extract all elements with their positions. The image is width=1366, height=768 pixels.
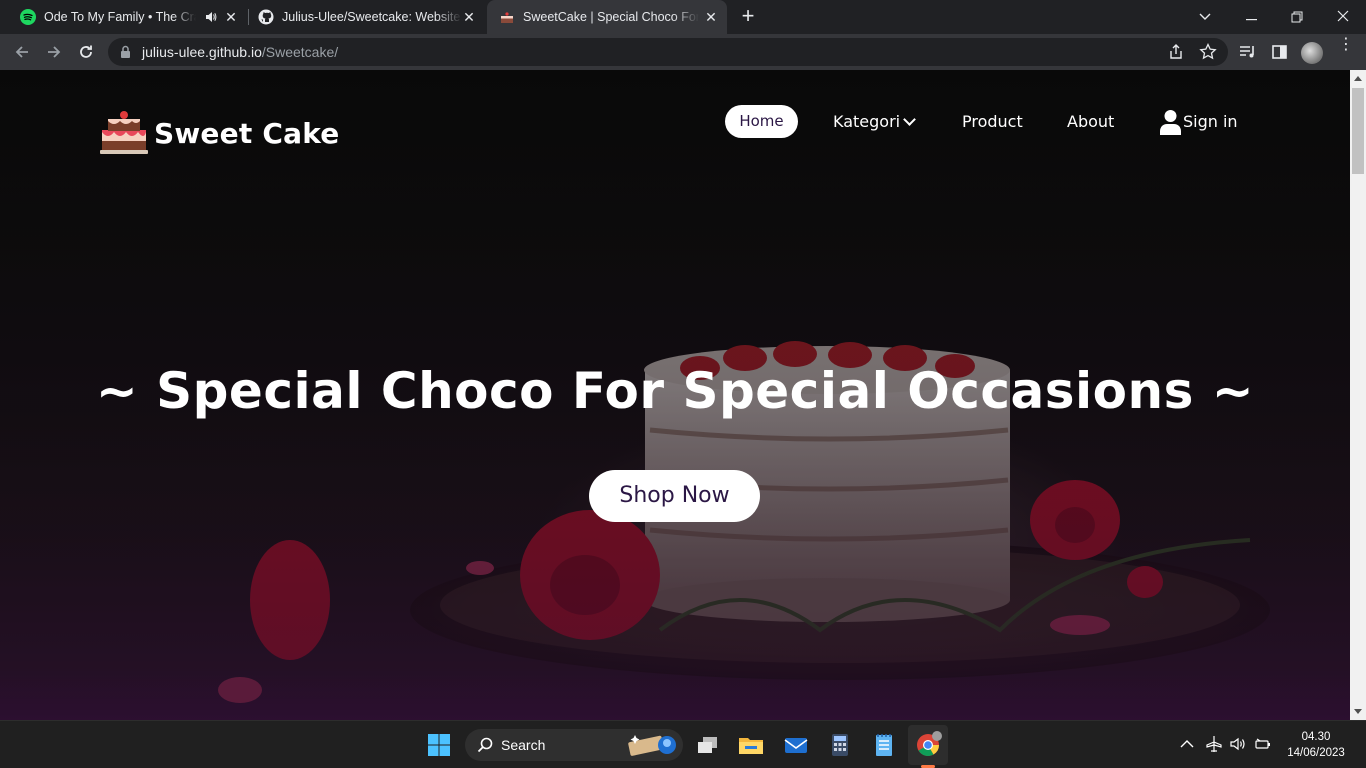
nav-product[interactable]: Product [962, 105, 1023, 138]
restore-icon [1291, 11, 1303, 23]
close-icon [1337, 10, 1349, 22]
lock-icon[interactable] [120, 45, 131, 59]
tab-sweetcake[interactable]: SweetCake | Special Choco For Special Oc… [487, 0, 727, 34]
nav-sign-in[interactable]: Sign in [1160, 104, 1238, 137]
file-explorer-icon[interactable] [735, 729, 767, 761]
tab-search-button[interactable] [1182, 0, 1228, 34]
battery-icon[interactable] [1254, 735, 1272, 753]
scroll-down-icon[interactable] [1354, 709, 1362, 714]
profile-avatar[interactable] [1301, 42, 1323, 64]
close-icon[interactable]: ✕ [461, 9, 477, 25]
back-button[interactable] [10, 40, 34, 64]
side-panel-icon[interactable] [1271, 43, 1289, 61]
mail-icon[interactable] [780, 729, 812, 761]
page-scrollbar[interactable] [1350, 70, 1366, 720]
tab-separator [248, 9, 249, 25]
close-icon[interactable]: ✕ [703, 9, 719, 25]
arrow-right-icon [48, 46, 61, 58]
media-controls-icon[interactable] [1239, 43, 1257, 61]
search-icon [477, 737, 493, 753]
close-icon[interactable]: ✕ [223, 9, 239, 25]
reload-icon [80, 45, 92, 58]
page-viewport: Sweet Cake Home Kategori Product About S… [0, 70, 1350, 720]
url-host: julius-ulee.github.io [142, 44, 262, 60]
speaker-icon[interactable] [205, 11, 217, 23]
chevron-up-icon[interactable] [1178, 735, 1196, 753]
scroll-up-icon[interactable] [1354, 76, 1362, 81]
restore-button[interactable] [1274, 0, 1320, 34]
chevron-down-icon [1199, 13, 1211, 20]
tab-spotify[interactable]: Ode To My Family • The Cranberries ✕ [12, 0, 247, 34]
tab-title: Julius-Ulee/Sweetcake: Website in HTML [282, 10, 462, 24]
minimize-icon [1245, 19, 1257, 21]
cake-icon [501, 12, 513, 23]
cake-logo-icon [100, 111, 148, 154]
close-window-button[interactable] [1320, 0, 1366, 34]
url-text[interactable]: julius-ulee.github.io/Sweetcake/ [142, 44, 338, 60]
address-bar[interactable]: julius-ulee.github.io/Sweetcake/ [108, 38, 1228, 66]
windows-start-icon[interactable] [423, 729, 455, 761]
minimize-button[interactable] [1228, 0, 1274, 34]
browser-toolbar: julius-ulee.github.io/Sweetcake/ [0, 34, 1366, 70]
spotify-icon [20, 9, 36, 25]
nav-kategori[interactable]: Kategori [833, 105, 916, 138]
taskbar-search[interactable]: Search [465, 729, 683, 761]
user-icon [1160, 109, 1181, 135]
hero-title: ~ Special Choco For Special Occasions ~ [95, 362, 1255, 420]
system-clock[interactable]: 04.30 14/06/2023 [1280, 729, 1352, 761]
scroll-thumb[interactable] [1352, 88, 1364, 174]
github-icon [258, 9, 274, 25]
shop-now-button[interactable]: Shop Now [589, 470, 760, 522]
nav-kategori-label: Kategori [833, 112, 901, 131]
url-path: /Sweetcake/ [261, 44, 339, 60]
arrow-left-icon [15, 46, 28, 58]
brand-name: Sweet Cake [154, 116, 340, 150]
search-label: Search [501, 737, 546, 753]
reload-button[interactable] [74, 40, 98, 64]
clock-date: 14/06/2023 [1287, 747, 1345, 759]
share-icon[interactable] [1167, 43, 1185, 61]
site-navbar: Sweet Cake Home Kategori Product About S… [0, 70, 1350, 180]
nav-sign-in-label: Sign in [1183, 112, 1238, 131]
notepad-icon[interactable] [868, 729, 900, 761]
tab-github[interactable]: Julius-Ulee/Sweetcake: Website in HTML ✕ [250, 0, 485, 34]
calculator-icon[interactable] [824, 729, 856, 761]
clock-time: 04.30 [1301, 731, 1331, 743]
search-highlight-icon [628, 735, 676, 756]
tab-title: SweetCake | Special Choco For Special Oc… [523, 10, 699, 24]
new-tab-button[interactable]: + [738, 5, 758, 27]
bookmark-star-icon[interactable] [1199, 43, 1217, 61]
tab-strip: Ode To My Family • The Cranberries ✕ Jul… [0, 0, 1366, 34]
nav-about[interactable]: About [1067, 105, 1114, 138]
chrome-icon[interactable] [912, 729, 944, 761]
menu-icon[interactable]: ⋮ [1338, 37, 1354, 53]
chevron-down-icon [903, 113, 916, 126]
tab-title: Ode To My Family • The Cranberries [44, 10, 196, 24]
forward-button[interactable] [42, 40, 66, 64]
nav-home[interactable]: Home [725, 105, 798, 138]
brand-logo[interactable]: Sweet Cake [100, 110, 339, 156]
volume-icon[interactable] [1229, 735, 1247, 753]
windows-taskbar: Search 04.30 14/06/2023 [0, 720, 1366, 768]
airplane-mode-icon[interactable] [1205, 735, 1223, 753]
task-view-icon[interactable] [692, 729, 724, 761]
